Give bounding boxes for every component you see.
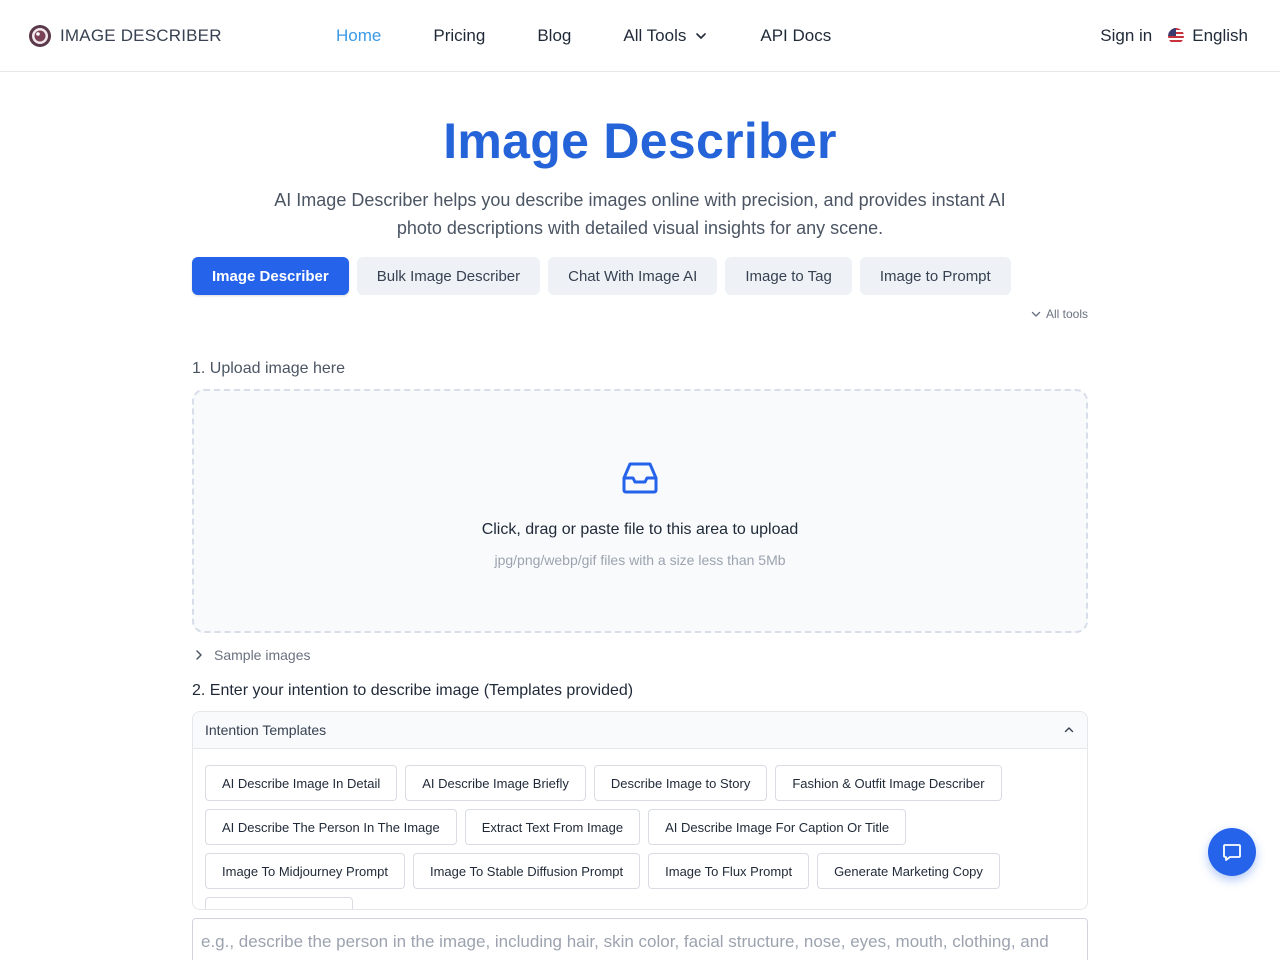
template-describe-detail[interactable]: AI Describe Image In Detail bbox=[205, 765, 398, 801]
all-tools-toggle[interactable]: All tools bbox=[1030, 307, 1088, 321]
tab-chat-with-image-ai[interactable]: Chat With Image AI bbox=[548, 257, 718, 295]
template-stable-diffusion-prompt[interactable]: Image To Stable Diffusion Prompt bbox=[412, 853, 641, 889]
main-nav: Home Pricing Blog All Tools API Docs bbox=[336, 24, 831, 48]
template-describe-person[interactable]: AI Describe The Person In The Image bbox=[205, 809, 457, 845]
intention-input[interactable] bbox=[192, 918, 1088, 960]
header-actions: Sign in English bbox=[1100, 24, 1248, 48]
chevron-down-icon bbox=[696, 33, 707, 39]
inbox-icon bbox=[622, 462, 658, 494]
nav-pricing[interactable]: Pricing bbox=[433, 26, 485, 46]
template-extract-text[interactable]: Extract Text From Image bbox=[464, 809, 641, 845]
logo-text: IMAGE DESCRIBER bbox=[60, 26, 222, 45]
tab-image-to-prompt[interactable]: Image to Prompt bbox=[859, 257, 1011, 295]
page-title: Image Describer bbox=[443, 113, 837, 169]
nav-blog[interactable]: Blog bbox=[537, 26, 571, 46]
upload-file-hint: jpg/png/webp/gif files with a size less … bbox=[494, 552, 786, 568]
intention-templates-title: Intention Templates bbox=[205, 722, 327, 738]
us-flag-icon bbox=[1168, 28, 1185, 44]
nav-all-tools[interactable]: All Tools bbox=[623, 26, 708, 46]
language-label: English bbox=[1192, 26, 1248, 45]
tool-tabs: Image Describer Bulk Image Describer Cha… bbox=[192, 257, 1011, 295]
tab-bulk-image-describer[interactable]: Bulk Image Describer bbox=[356, 257, 541, 295]
chevron-right-icon bbox=[196, 650, 202, 660]
intention-step-label: 2. Enter your intention to describe imag… bbox=[192, 682, 634, 699]
template-marketing-copy[interactable]: Generate Marketing Copy bbox=[817, 853, 1000, 889]
logo[interactable]: IMAGE DESCRIBER bbox=[28, 24, 222, 48]
intention-templates-list: AI Describe Image In Detail AI Describe … bbox=[193, 749, 1083, 909]
template-describe-story[interactable]: Describe Image to Story bbox=[593, 765, 768, 801]
chat-support-button[interactable] bbox=[1208, 828, 1256, 876]
eye-logo-icon bbox=[29, 25, 51, 47]
sample-images-toggle[interactable]: Sample images bbox=[192, 647, 311, 663]
template-midjourney-prompt[interactable]: Image To Midjourney Prompt bbox=[205, 853, 405, 889]
chevron-up-icon bbox=[1064, 727, 1074, 733]
page-subtitle: AI Image Describer helps you describe im… bbox=[274, 190, 1006, 238]
tab-image-describer[interactable]: Image Describer bbox=[192, 257, 349, 295]
sign-in-link[interactable]: Sign in bbox=[1100, 26, 1152, 46]
template-describe-briefly[interactable]: AI Describe Image Briefly bbox=[405, 765, 586, 801]
tab-image-to-tag[interactable]: Image to Tag bbox=[725, 257, 852, 295]
upload-dropzone[interactable]: Click, drag or paste file to this area t… bbox=[192, 389, 1088, 633]
nav-api-docs[interactable]: API Docs bbox=[760, 26, 831, 46]
site-header: IMAGE DESCRIBER Home Pricing Blog All To… bbox=[0, 0, 1280, 72]
language-selector[interactable]: English bbox=[1168, 26, 1248, 46]
template-fashion-outfit[interactable]: Fashion & Outfit Image Describer bbox=[775, 765, 1002, 801]
template-flux-prompt[interactable]: Image To Flux Prompt bbox=[648, 853, 810, 889]
nav-all-tools-label: All Tools bbox=[623, 26, 687, 45]
template-caption-title[interactable]: AI Describe Image For Caption Or Title bbox=[648, 809, 907, 845]
chat-bubble-icon bbox=[1223, 844, 1241, 861]
upload-step-label: 1. Upload image here bbox=[192, 360, 345, 377]
intention-templates-header[interactable]: Intention Templates bbox=[193, 712, 1087, 749]
sample-images-label: Sample images bbox=[214, 647, 311, 663]
upload-instructions: Click, drag or paste file to this area t… bbox=[481, 521, 799, 538]
intention-templates-panel: Intention Templates AI Describe Image In… bbox=[192, 711, 1088, 910]
all-tools-label: All tools bbox=[1045, 307, 1088, 321]
nav-home[interactable]: Home bbox=[336, 26, 381, 46]
chevron-down-icon bbox=[1031, 311, 1041, 317]
template-more[interactable] bbox=[205, 897, 353, 909]
